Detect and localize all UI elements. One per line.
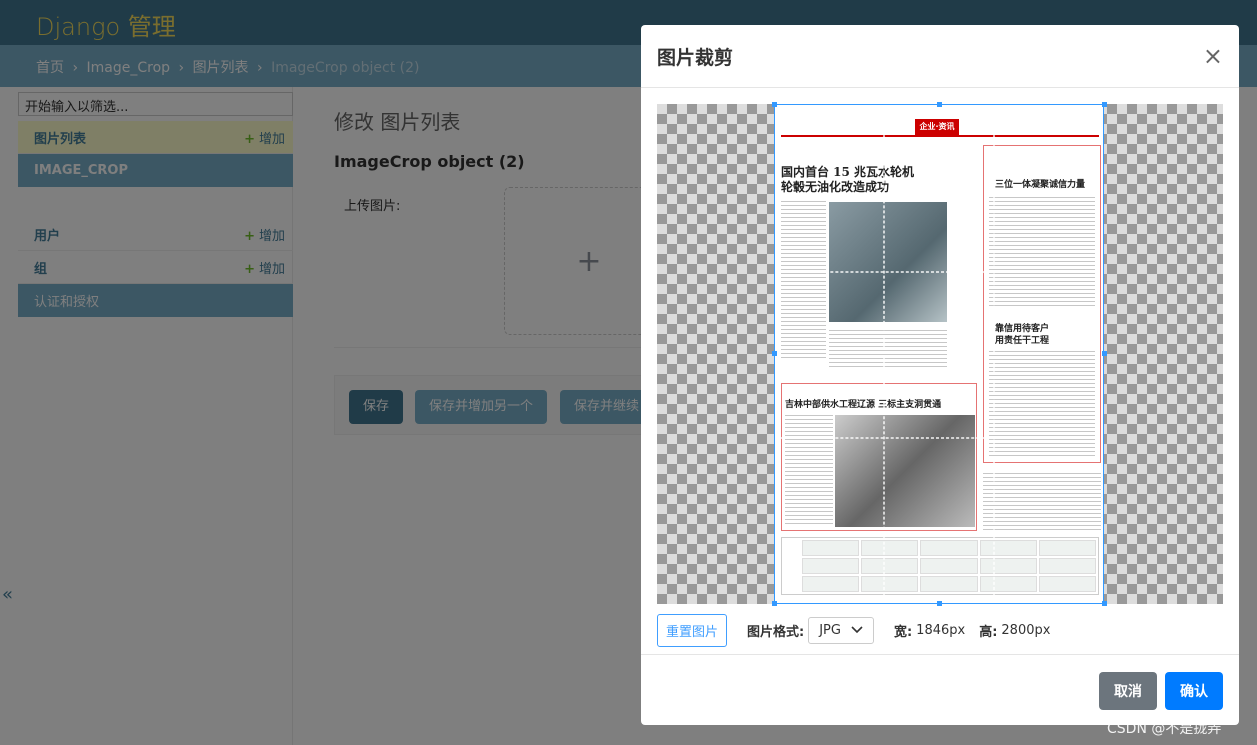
crop-guide-line: [775, 437, 1103, 439]
newspaper-image: 企业·资讯 国内首台 15 兆瓦水轮机 轮毂无油化改造成功 三位一体凝聚诚信力量…: [774, 104, 1104, 604]
watermark: CSDN @不是拢弄: [1107, 721, 1222, 737]
crop-handle-n[interactable]: [937, 102, 942, 107]
close-icon[interactable]: ×: [1203, 42, 1223, 70]
format-value: JPG: [819, 622, 841, 638]
newspaper-photo-tunnel: [835, 415, 975, 527]
newspaper-text-block: [781, 201, 826, 361]
newspaper-text-block: [989, 351, 1095, 459]
width-value: 1846px: [916, 622, 966, 638]
newspaper-headline: 吉林中部供水工程辽源 三标主支洞贯通: [785, 400, 942, 410]
format-label: 图片格式:: [747, 624, 805, 640]
newspaper-text-block: [785, 415, 833, 527]
crop-guide-line: [883, 105, 885, 603]
crop-handle-se[interactable]: [1102, 601, 1107, 606]
newspaper-headline: 靠信用待客户 用责任干工程: [995, 324, 1050, 346]
newspaper-headline: 三位一体凝聚诚信力量: [995, 180, 1086, 190]
crop-handle-s[interactable]: [937, 601, 942, 606]
crop-guide-line: [993, 105, 995, 603]
crop-guide-line: [775, 271, 1103, 273]
crop-handle-sw[interactable]: [772, 601, 777, 606]
newspaper-text-block: [829, 330, 947, 370]
crop-handle-e[interactable]: [1102, 351, 1107, 356]
modal-header: 图片裁剪 ×: [641, 25, 1239, 88]
confirm-button[interactable]: 确认: [1165, 672, 1223, 710]
crop-modal: 图片裁剪 × 企业·资讯 国内首台 15 兆瓦水轮机 轮毂无油化改造成功 三位一…: [641, 25, 1239, 725]
newspaper-text-block: [983, 473, 1101, 531]
crop-handle-ne[interactable]: [1102, 102, 1107, 107]
newspaper-text-block: [989, 197, 1095, 307]
cancel-button[interactable]: 取消: [1099, 672, 1157, 710]
crop-canvas[interactable]: 企业·资讯 国内首台 15 兆瓦水轮机 轮毂无油化改造成功 三位一体凝聚诚信力量…: [657, 102, 1223, 606]
format-select[interactable]: JPG: [808, 616, 874, 644]
crop-handle-w[interactable]: [772, 351, 777, 356]
newspaper-ad-grid: [781, 537, 1099, 595]
width-label: 宽:: [893, 624, 913, 640]
crop-handle-nw[interactable]: [772, 102, 777, 107]
height-label: 高:: [979, 624, 998, 640]
chevron-down-icon: [851, 623, 863, 638]
modal-footer: 取消 确认: [641, 654, 1239, 725]
height-value: 2800px: [1001, 622, 1051, 638]
reset-image-button[interactable]: 重置图片: [657, 613, 728, 647]
crop-controls: 重置图片 图片格式: JPG 宽: 1846px 高: 2800px: [657, 613, 1223, 647]
newspaper-photo-turbine: [829, 202, 947, 322]
newspaper-section-tag: 企业·资讯: [915, 119, 959, 135]
newspaper-headline: 国内首台 15 兆瓦水轮机 轮毂无油化改造成功: [781, 165, 915, 194]
modal-title: 图片裁剪: [657, 46, 734, 69]
